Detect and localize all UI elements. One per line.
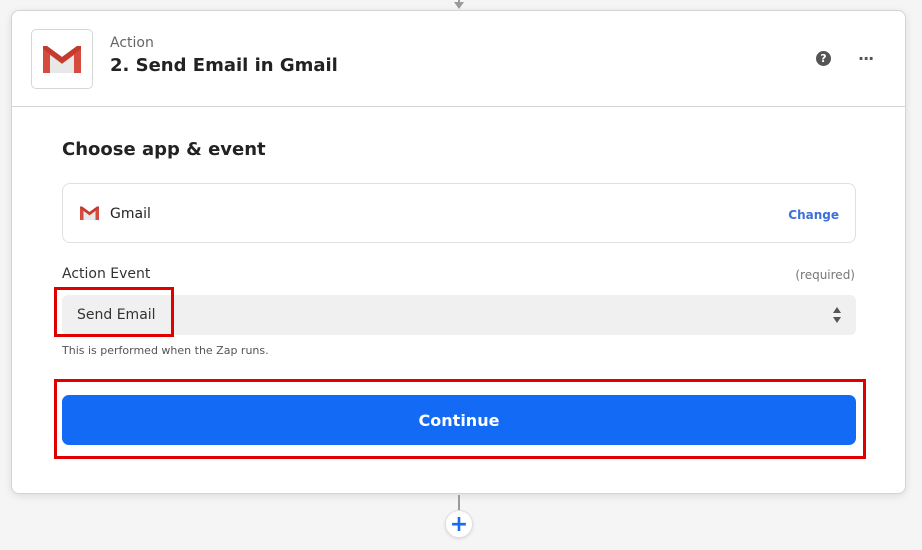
gmail-small-icon	[79, 205, 100, 225]
action-event-select[interactable]: Send Email	[62, 295, 856, 335]
step-type-label: Action	[110, 35, 154, 51]
updown-arrows-icon	[832, 305, 842, 325]
action-step-card: Action 2. Send Email in Gmail ? ··· Choo…	[11, 10, 906, 494]
action-event-label: Action Event	[62, 266, 151, 282]
continue-button[interactable]: Continue	[62, 395, 856, 445]
required-indicator: (required)	[795, 268, 855, 282]
step-title: 2. Send Email in Gmail	[110, 55, 338, 76]
section-title: Choose app & event	[62, 139, 266, 160]
connector-arrow-icon	[454, 2, 464, 9]
step-header[interactable]: Action 2. Send Email in Gmail ? ···	[12, 11, 905, 107]
change-app-link[interactable]: Change	[788, 208, 839, 222]
more-horizontal-icon[interactable]: ···	[858, 49, 874, 68]
gmail-logo-icon	[31, 29, 93, 89]
action-event-help-text: This is performed when the Zap runs.	[62, 344, 269, 357]
app-select-field[interactable]: Gmail Change	[62, 183, 856, 243]
add-step-button[interactable]: +	[445, 510, 473, 538]
question-circle-icon[interactable]: ?	[816, 51, 831, 66]
action-event-value: Send Email	[77, 307, 156, 323]
plus-icon: +	[449, 511, 469, 537]
app-name: Gmail	[110, 206, 151, 222]
